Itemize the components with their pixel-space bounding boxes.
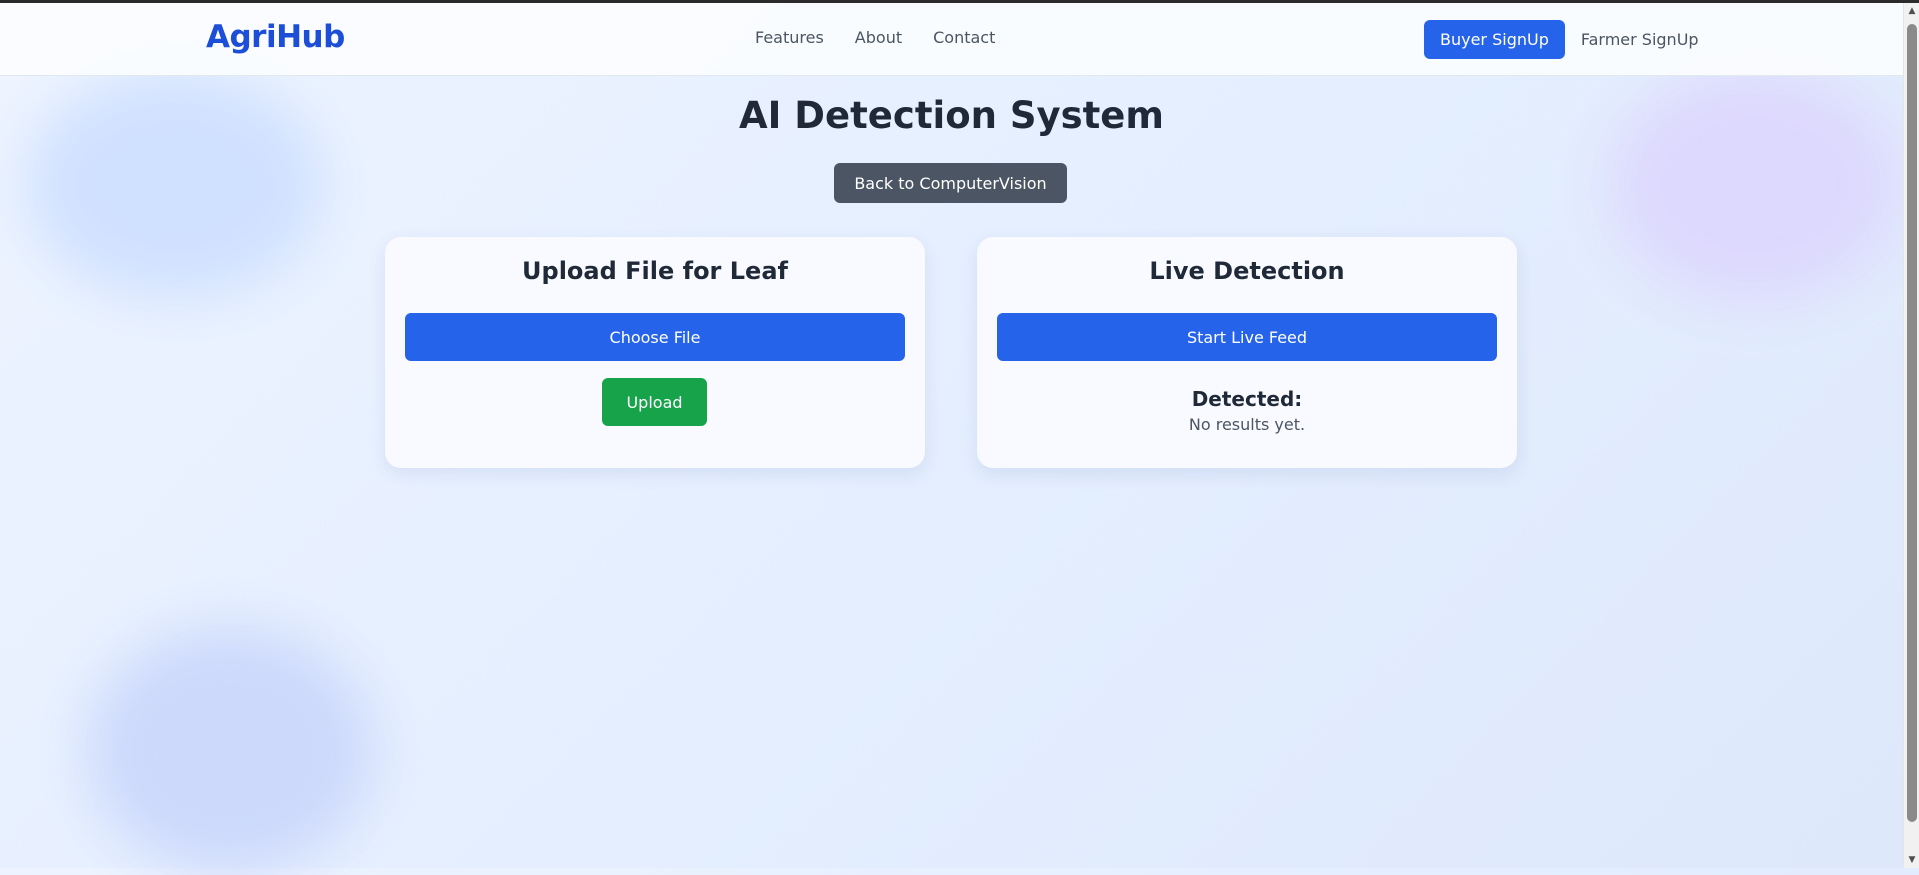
upload-card-title: Upload File for Leaf — [522, 257, 788, 285]
detected-result: No results yet. — [1188, 415, 1306, 434]
page-title: AI Detection System — [739, 94, 1164, 137]
vertical-scrollbar[interactable]: ▲ ▼ — [1903, 3, 1919, 868]
nav-link-features[interactable]: Features — [755, 28, 824, 47]
start-live-feed-button[interactable]: Start Live Feed — [997, 313, 1497, 361]
nav-link-about[interactable]: About — [855, 28, 902, 47]
scroll-down-arrow-icon[interactable]: ▼ — [1904, 852, 1919, 868]
nav-link-contact[interactable]: Contact — [933, 28, 995, 47]
live-detection-title: Live Detection — [1149, 257, 1345, 285]
back-to-computervision-button[interactable]: Back to ComputerVision — [834, 163, 1067, 203]
nav-actions: Buyer SignUp Farmer SignUp — [1424, 20, 1699, 59]
navbar: AgriHub Features About Contact Buyer Sig… — [0, 3, 1903, 76]
detected-label: Detected: — [1191, 387, 1303, 411]
buyer-signup-button[interactable]: Buyer SignUp — [1424, 20, 1565, 59]
choose-file-button[interactable]: Choose File — [405, 313, 905, 361]
upload-button[interactable]: Upload — [602, 378, 707, 426]
scroll-up-arrow-icon[interactable]: ▲ — [1904, 3, 1919, 19]
upload-card: Upload File for Leaf Choose File Upload — [385, 237, 925, 468]
scrollbar-thumb[interactable] — [1907, 24, 1917, 822]
farmer-signup-link[interactable]: Farmer SignUp — [1581, 30, 1699, 49]
brand-logo[interactable]: AgriHub — [206, 19, 345, 55]
live-detection-card: Live Detection Start Live Feed Detected:… — [977, 237, 1517, 468]
window-top-edge — [0, 0, 1919, 3]
background-blob-bottom-left — [85, 625, 375, 875]
nav-links: Features About Contact — [755, 28, 995, 47]
